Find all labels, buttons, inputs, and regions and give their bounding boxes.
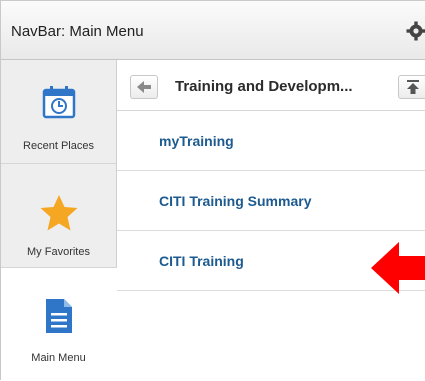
calendar-clock-icon — [41, 84, 77, 120]
menu-item-citi-training-summary[interactable]: CITI Training Summary — [117, 171, 425, 231]
document-icon — [45, 298, 73, 334]
rail-item-label: Recent Places — [1, 140, 116, 152]
panel-header: Training and Developm... — [117, 60, 425, 111]
menu-item-label[interactable]: myTraining — [159, 133, 234, 149]
star-icon — [39, 194, 79, 232]
rail-item-label: Main Menu — [1, 352, 116, 364]
navbar-window: NavBar: Main Menu Recent Places — [0, 0, 425, 380]
navbar-rail: Recent Places My Favorites Main Menu — [1, 60, 117, 381]
rail-item-recent-places[interactable]: Recent Places — [1, 60, 117, 164]
back-button[interactable] — [130, 75, 158, 99]
menu-item-label[interactable]: CITI Training Summary — [159, 193, 311, 209]
menu-panel: Training and Developm... myTraining CITI… — [117, 60, 425, 381]
panel-title: Training and Developm... — [175, 78, 353, 95]
rail-item-label: My Favorites — [1, 246, 116, 258]
gear-icon[interactable] — [406, 21, 425, 41]
navbar-title: NavBar: Main Menu — [11, 23, 144, 40]
scroll-top-button[interactable] — [398, 75, 425, 99]
menu-item-mytraining[interactable]: myTraining — [117, 111, 425, 171]
scroll-top-icon — [399, 76, 425, 98]
navbar-header: NavBar: Main Menu — [1, 1, 425, 60]
rail-item-main-menu[interactable]: Main Menu — [1, 268, 117, 381]
back-arrow-icon — [131, 76, 157, 98]
menu-item-label[interactable]: CITI Training — [159, 253, 244, 269]
red-arrow-pointer-icon — [371, 240, 425, 296]
rail-item-my-favorites[interactable]: My Favorites — [1, 164, 117, 268]
